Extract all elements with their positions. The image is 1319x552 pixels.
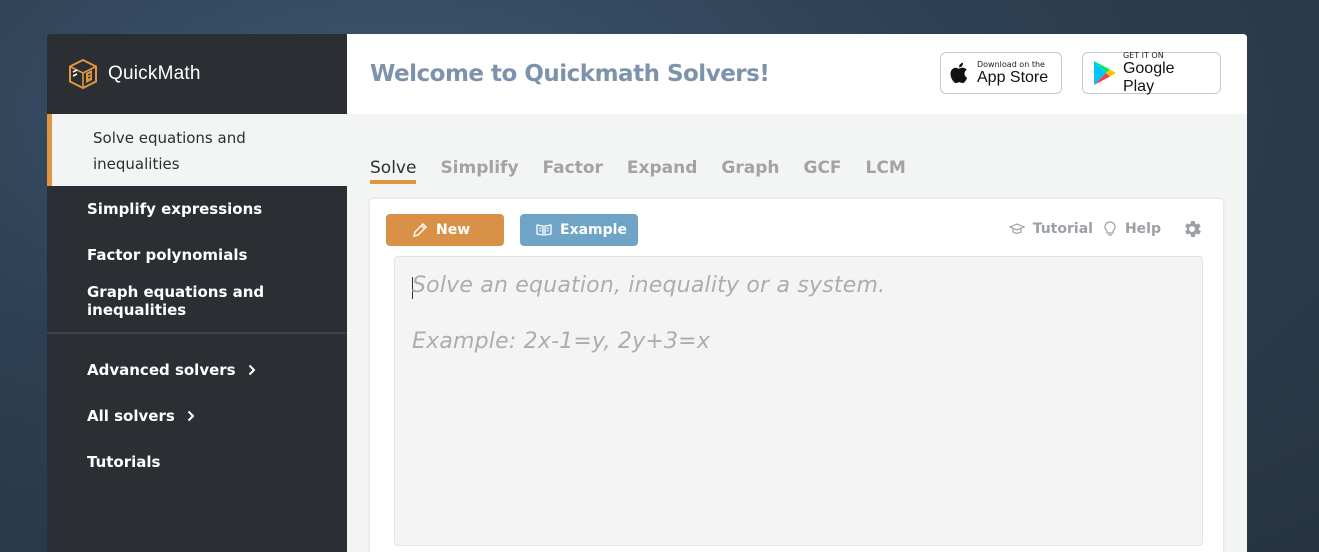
chevron-right-icon xyxy=(248,364,256,376)
google-play-label: Google Play xyxy=(1122,59,1175,95)
quickmath-logo-icon xyxy=(69,58,97,90)
solver-card: New Example Tutorial Help Solve an equat… xyxy=(370,199,1223,552)
apple-icon xyxy=(950,62,968,84)
card-tools: Tutorial Help xyxy=(1008,218,1203,240)
input-placeholder: Solve an equation, inequality or a syste… xyxy=(412,273,886,298)
lightbulb-icon xyxy=(1104,221,1116,236)
sidebar-item-graph[interactable]: Graph equations and inequalities xyxy=(47,278,347,324)
tutorial-link[interactable]: Tutorial xyxy=(1008,221,1093,237)
brand-logo-row[interactable]: QuickMath xyxy=(47,34,347,114)
app-store-label: App Store xyxy=(977,68,1049,86)
example-button-label: Example xyxy=(560,222,627,238)
page-title: Welcome to Quickmath Solvers! xyxy=(370,61,770,87)
new-button-label: New xyxy=(436,222,471,238)
book-icon xyxy=(536,224,552,236)
sidebar-item-label: Advanced solvers xyxy=(87,361,236,379)
tab-graph[interactable]: Graph xyxy=(721,158,779,184)
pencil-icon xyxy=(413,223,427,237)
tab-expand[interactable]: Expand xyxy=(627,158,698,184)
brand-name: QuickMath xyxy=(108,63,201,84)
input-example-placeholder: Example: 2x-1=y, 2y+3=x xyxy=(412,329,711,354)
help-label: Help xyxy=(1124,221,1161,237)
app-store-caption: Download on the xyxy=(977,59,1045,69)
app-window: QuickMath Solve equations and inequaliti… xyxy=(47,34,1247,552)
google-play-caption: GET IT ON xyxy=(1122,50,1164,60)
graduation-cap-icon xyxy=(1008,223,1025,234)
tab-factor[interactable]: Factor xyxy=(543,158,603,184)
sidebar-item-advanced-solvers[interactable]: Advanced solvers xyxy=(47,347,347,393)
sidebar-item-solve[interactable]: Solve equations and inequalities xyxy=(47,114,347,186)
new-button[interactable]: New xyxy=(386,214,504,246)
equation-input[interactable]: Solve an equation, inequality or a syste… xyxy=(394,256,1203,546)
top-bar: Welcome to Quickmath Solvers! Download o… xyxy=(347,34,1247,114)
gear-icon[interactable] xyxy=(1181,218,1203,240)
tab-lcm[interactable]: LCM xyxy=(866,158,906,184)
google-play-icon xyxy=(1093,61,1116,85)
app-store-button[interactable]: Download on the App Store xyxy=(940,52,1062,94)
google-play-button[interactable]: GET IT ON Google Play xyxy=(1082,50,1221,95)
help-link[interactable]: Help xyxy=(1103,221,1161,237)
tab-simplify[interactable]: Simplify xyxy=(440,158,518,184)
tab-gcf[interactable]: GCF xyxy=(803,158,841,184)
tutorial-label: Tutorial xyxy=(1032,221,1093,237)
main-content: Welcome to Quickmath Solvers! Download o… xyxy=(347,34,1247,552)
sidebar-item-label: All solvers xyxy=(87,407,175,425)
sidebar-item-tutorials[interactable]: Tutorials xyxy=(47,439,347,485)
sidebar: QuickMath Solve equations and inequaliti… xyxy=(47,34,347,552)
example-button[interactable]: Example xyxy=(520,214,638,246)
tab-solve[interactable]: Solve xyxy=(370,158,417,184)
sidebar-item-factor[interactable]: Factor polynomials xyxy=(47,232,347,278)
chevron-right-icon xyxy=(187,410,195,422)
solver-tabs: Solve Simplify Factor Expand Graph GCF L… xyxy=(370,158,906,184)
sidebar-divider xyxy=(47,332,347,334)
sidebar-item-simplify[interactable]: Simplify expressions xyxy=(47,186,347,232)
sidebar-item-all-solvers[interactable]: All solvers xyxy=(47,393,347,439)
